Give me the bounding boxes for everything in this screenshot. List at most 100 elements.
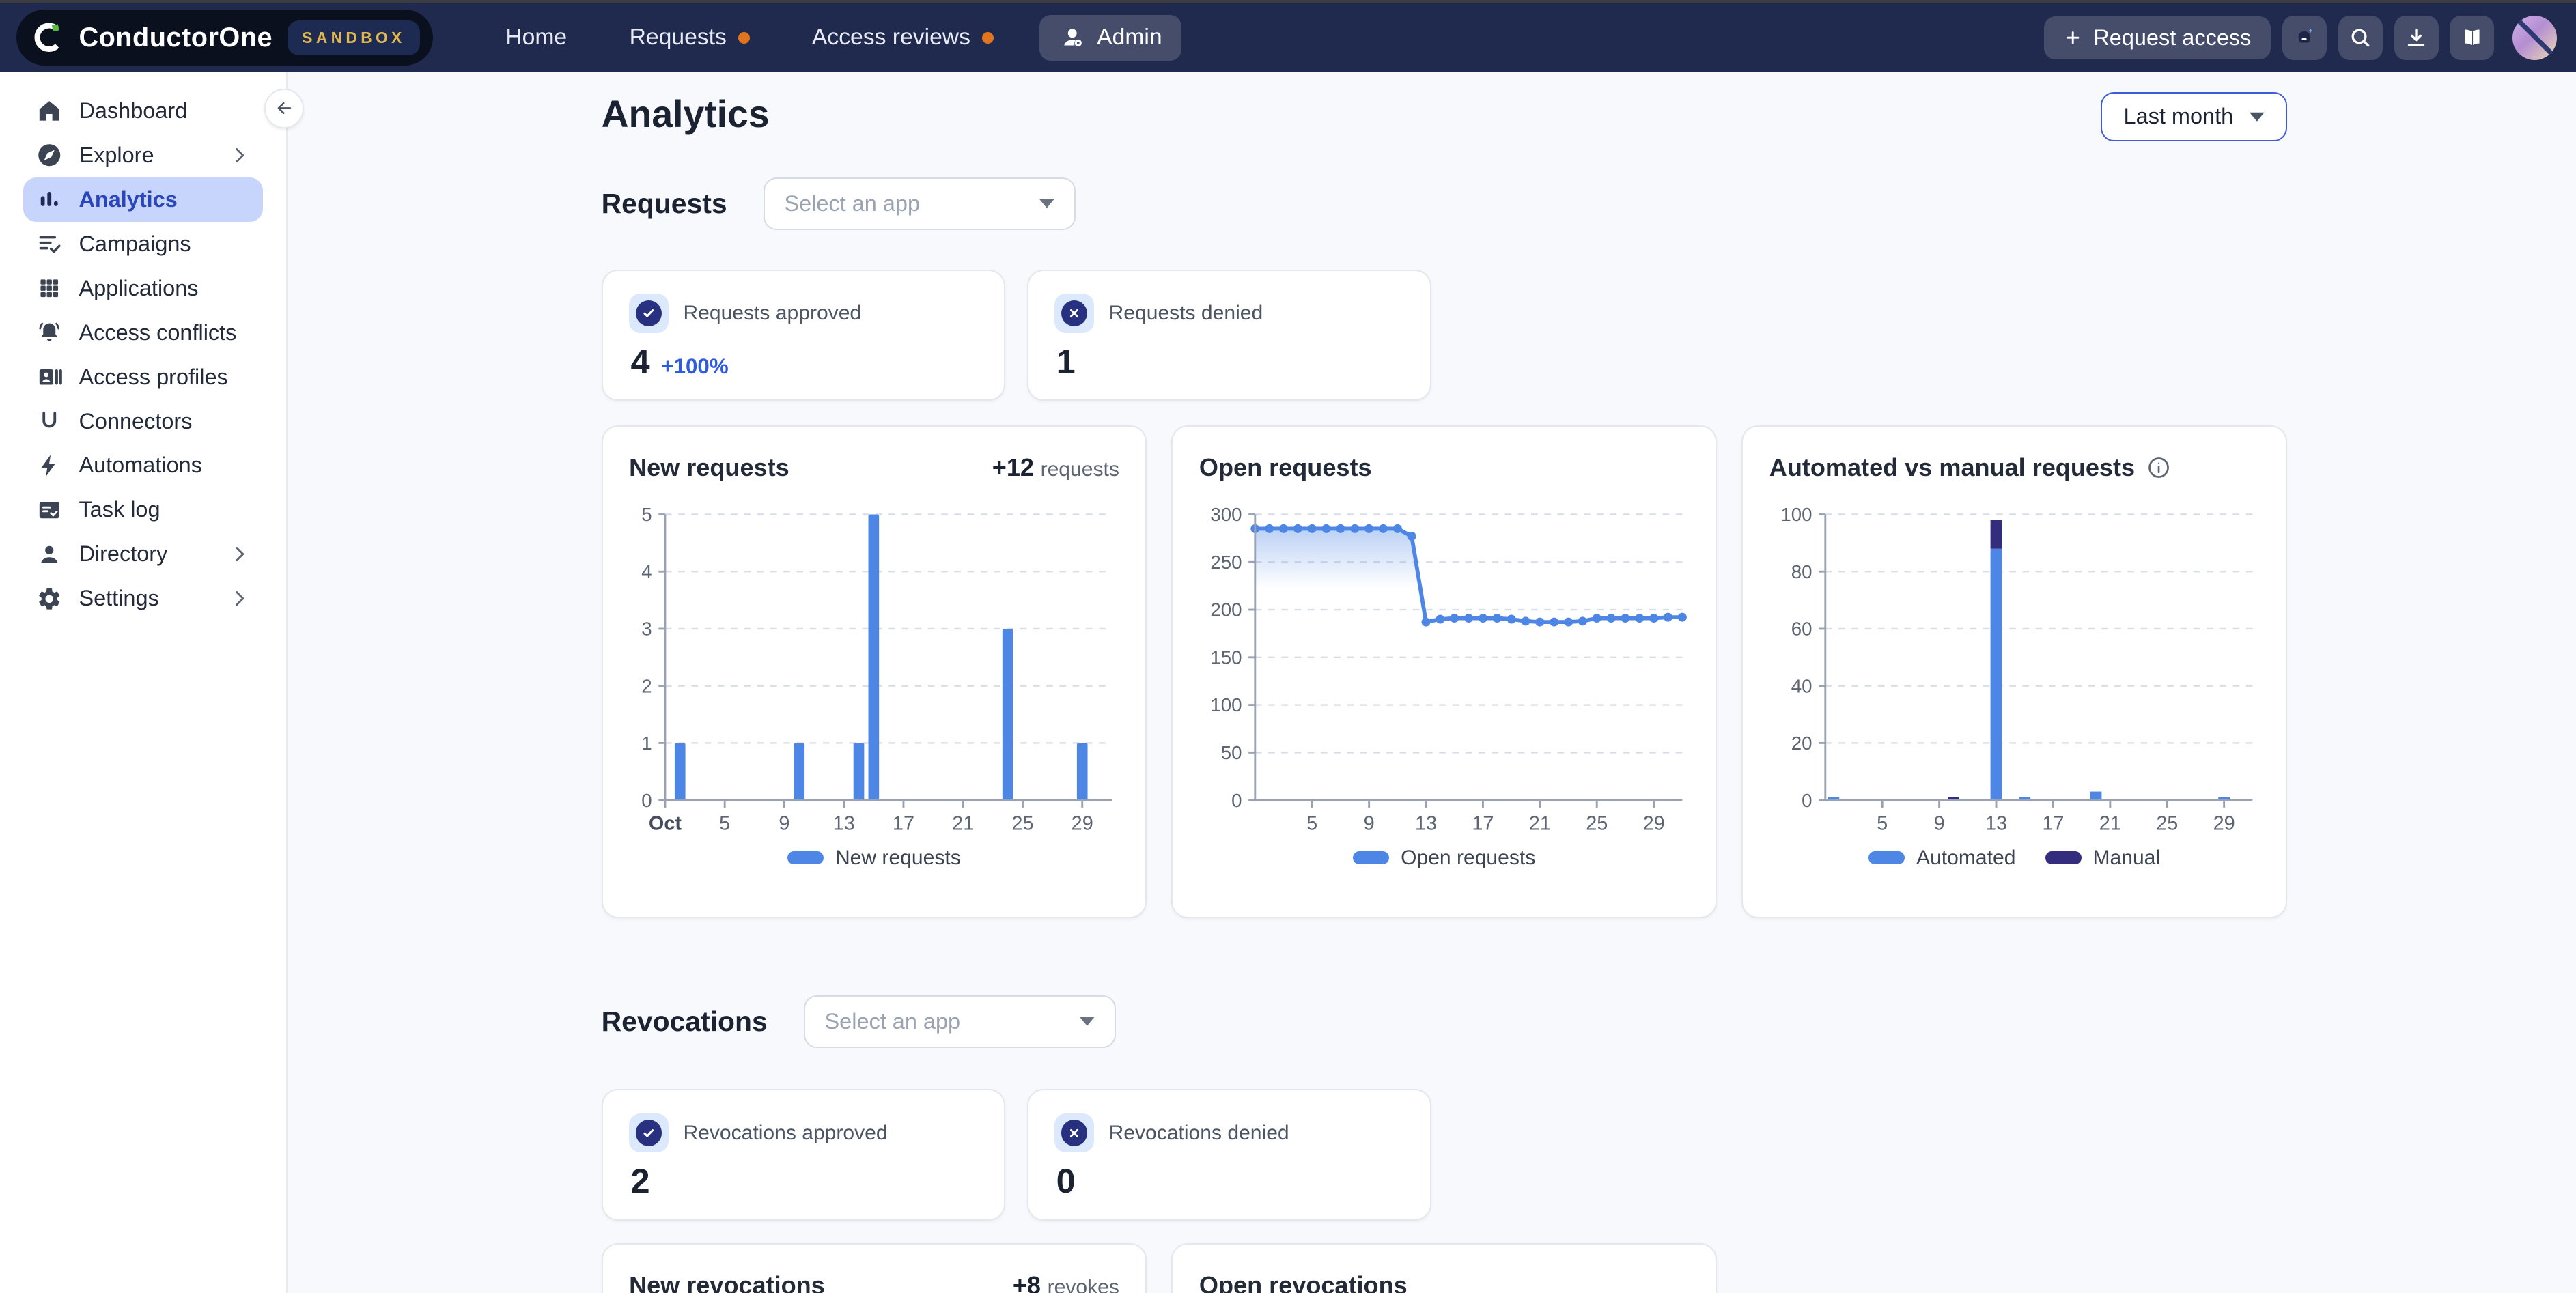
period-select[interactable]: Last month xyxy=(2101,92,2287,141)
chart-plot: 020406080100591317212529 xyxy=(1769,488,2263,843)
requests-heading: Requests xyxy=(602,188,727,220)
chart-delta: +12requests xyxy=(992,453,1119,482)
stat-label: Revocations approved xyxy=(683,1122,887,1145)
brand[interactable]: ConductorOne SANDBOX xyxy=(16,10,433,66)
svg-text:0: 0 xyxy=(1231,790,1242,811)
chart-plot: 050100150200250300591317212529 xyxy=(1199,488,1692,843)
primary-nav: Home Requests Access reviews xyxy=(505,25,993,51)
stat-value: 1 xyxy=(1056,345,1076,380)
select-placeholder: Select an app xyxy=(784,191,920,216)
nav-item-access-reviews[interactable]: Access reviews xyxy=(812,25,994,51)
docs-button[interactable] xyxy=(2450,16,2494,60)
svg-text:21: 21 xyxy=(2099,813,2121,835)
svg-text:2: 2 xyxy=(641,675,652,696)
svg-text:0: 0 xyxy=(641,790,652,811)
chart-title: New requests xyxy=(629,453,789,482)
ai-assistant-button[interactable] xyxy=(2282,16,2327,60)
nav-item-requests[interactable]: Requests xyxy=(630,25,750,51)
admin-button[interactable]: Admin xyxy=(1039,15,1181,61)
chart-card-open-requests: Open requests050100150200250300591317212… xyxy=(1171,425,1717,918)
stat-value: 2 xyxy=(630,1164,649,1199)
svg-text:5: 5 xyxy=(641,504,652,525)
svg-text:80: 80 xyxy=(1791,561,1812,582)
svg-text:21: 21 xyxy=(1529,813,1551,835)
brand-name: ConductorOne xyxy=(79,23,272,53)
chevron-down-icon xyxy=(2250,112,2265,122)
bar-chart-icon xyxy=(36,186,62,212)
bell-icon xyxy=(36,319,62,345)
requests-stats-row: Requests approved4+100%Requests denied1 xyxy=(602,270,2288,401)
requests-app-select[interactable]: Select an app xyxy=(764,177,1076,230)
chart-delta: +8revokes xyxy=(1013,1271,1119,1293)
sidebar-item-task-log[interactable]: Task log xyxy=(23,487,264,532)
legend-item-automated: Automated xyxy=(1868,847,2015,870)
svg-text:9: 9 xyxy=(1364,813,1375,835)
info-icon[interactable] xyxy=(2146,455,2171,480)
svg-text:5: 5 xyxy=(1306,813,1317,835)
sidebar-item-access-profiles[interactable]: Access profiles xyxy=(23,355,264,399)
svg-text:29: 29 xyxy=(2213,813,2235,835)
revocations-app-select[interactable]: Select an app xyxy=(804,995,1116,1048)
chevron-down-icon xyxy=(1039,199,1054,208)
sidebar-item-explore[interactable]: Explore xyxy=(23,133,264,177)
chart-title: Automated vs manual requests xyxy=(1769,453,2171,482)
sidebar-item-applications[interactable]: Applications xyxy=(23,266,264,311)
sandbox-badge: SANDBOX xyxy=(288,20,421,55)
svg-text:17: 17 xyxy=(893,813,914,835)
svg-text:4: 4 xyxy=(641,561,652,582)
svg-text:21: 21 xyxy=(952,813,974,835)
sidebar-item-analytics[interactable]: Analytics xyxy=(23,177,264,222)
svg-text:3: 3 xyxy=(641,619,652,640)
svg-text:13: 13 xyxy=(833,813,855,835)
nav-item-home[interactable]: Home xyxy=(505,25,567,51)
svg-text:5: 5 xyxy=(719,813,730,835)
sidebar-item-label: Analytics xyxy=(79,187,250,212)
sidebar-item-settings[interactable]: Settings xyxy=(23,576,264,621)
svg-text:9: 9 xyxy=(1933,813,1944,835)
revocations-stats-row: Revocations approved2Revocations denied0 xyxy=(602,1089,2288,1220)
svg-text:50: 50 xyxy=(1221,742,1242,763)
connector-icon xyxy=(36,408,62,434)
legend-swatch xyxy=(787,851,824,864)
chart-title: New revocations xyxy=(629,1271,825,1293)
app-screen: ConductorOne SANDBOX Home Requests Access … xyxy=(0,0,2576,1293)
search-button[interactable] xyxy=(2338,16,2383,60)
sidebar-item-dashboard[interactable]: Dashboard xyxy=(23,89,264,133)
chevron-right-icon xyxy=(229,543,250,565)
chart-plot: 012345Oct591317212529 xyxy=(629,488,1122,843)
sidebar-collapse-button[interactable] xyxy=(264,89,304,128)
revocations-heading: Revocations xyxy=(602,1006,768,1038)
svg-text:150: 150 xyxy=(1210,647,1242,668)
sidebar-item-label: Settings xyxy=(79,586,212,611)
svg-text:25: 25 xyxy=(2156,813,2178,835)
approved-check-icon xyxy=(629,1113,669,1153)
legend-item-new-requests: New requests xyxy=(787,847,961,870)
list-check-icon xyxy=(36,231,62,257)
chart-title: Open requests xyxy=(1199,453,1372,482)
person-icon xyxy=(36,541,62,567)
request-access-button[interactable]: Request access xyxy=(2044,16,2271,59)
download-button[interactable] xyxy=(2394,16,2439,60)
chart-legend: Open requests xyxy=(1199,847,1690,870)
sidebar-item-directory[interactable]: Directory xyxy=(23,532,264,576)
sidebar: Dashboard Explore Analytics CampaignsApplic… xyxy=(0,72,288,1293)
svg-text:9: 9 xyxy=(779,813,789,835)
sidebar-item-connectors[interactable]: Connectors xyxy=(23,399,264,444)
gear-icon xyxy=(36,586,62,612)
user-avatar[interactable] xyxy=(2512,16,2557,60)
page-title: Analytics xyxy=(602,92,770,136)
chart-title: Open revocations xyxy=(1199,1271,1408,1293)
svg-text:25: 25 xyxy=(1586,813,1608,835)
nav-item-label: Access reviews xyxy=(812,25,970,51)
svg-text:13: 13 xyxy=(1415,813,1437,835)
sidebar-item-label: Explore xyxy=(79,143,212,168)
sidebar-item-campaigns[interactable]: Campaigns xyxy=(23,222,264,266)
svg-text:17: 17 xyxy=(1472,813,1494,835)
navbar-actions: Request access xyxy=(2044,16,2557,60)
svg-text:13: 13 xyxy=(1985,813,2007,835)
sidebar-item-automations[interactable]: Automations xyxy=(23,444,264,488)
home-icon xyxy=(36,98,62,124)
denied-x-icon xyxy=(1054,294,1094,333)
sidebar-item-label: Automations xyxy=(79,453,250,478)
sidebar-item-access-conflicts[interactable]: Access conflicts xyxy=(23,311,264,355)
